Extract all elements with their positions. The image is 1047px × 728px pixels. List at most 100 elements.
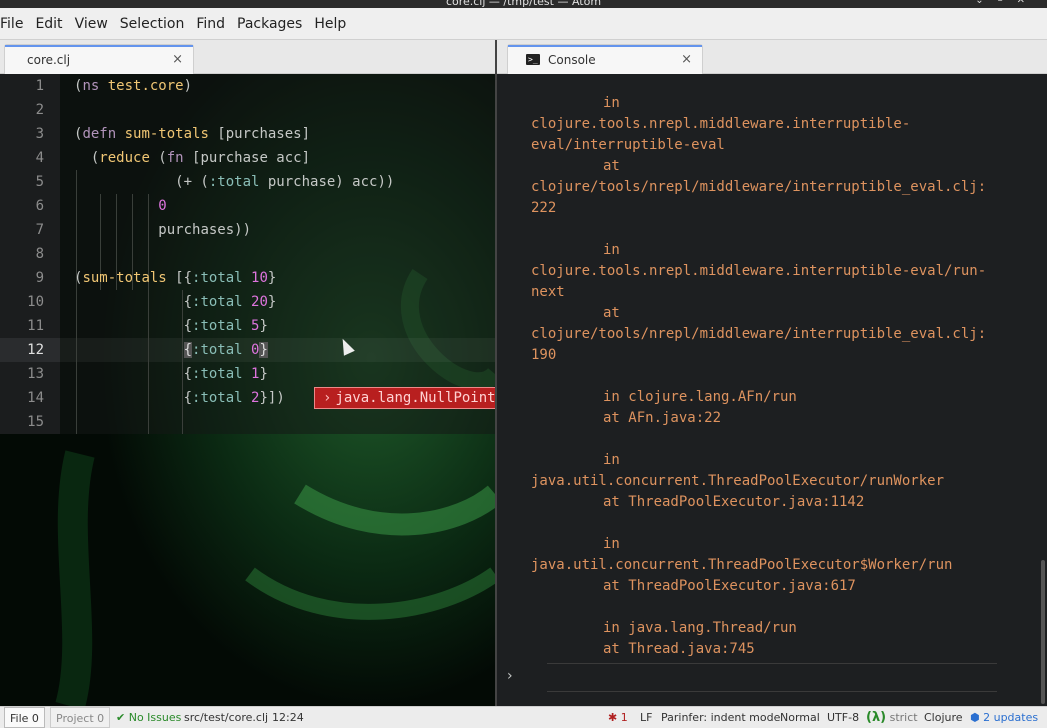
- code-line-6: 0: [158, 198, 167, 214]
- line-number[interactable]: 15: [0, 410, 44, 434]
- console-line: in: [603, 95, 620, 111]
- code-area[interactable]: (ns test.core) (defn sum-totals [purchas…: [60, 74, 495, 434]
- console-line: clojure.tools.nrepl.middleware.interrupt…: [531, 263, 987, 279]
- package-icon: ⬢: [970, 711, 980, 724]
- console-line: in java.lang.Thread/run: [603, 620, 797, 636]
- maximize-icon[interactable]: –: [998, 0, 1017, 6]
- window-title: core.clj — /tmp/test — Atom: [445, 0, 602, 8]
- inline-error-badge[interactable]: ›java.lang.NullPointerException: [314, 387, 495, 409]
- console-line: 222: [531, 200, 557, 216]
- close-icon[interactable]: ×: [681, 52, 692, 67]
- menu-selection[interactable]: Selection: [120, 16, 193, 32]
- code-line-14: {:total 2}]): [74, 390, 285, 406]
- console-line: in: [603, 452, 620, 468]
- cursor-position[interactable]: 12:24: [272, 707, 304, 728]
- console-line: in clojure.lang.AFn/run: [603, 389, 797, 405]
- console-line: java.util.concurrent.ThreadPoolExecutor$…: [531, 557, 953, 573]
- linter-status-label: No Issues: [128, 711, 182, 724]
- grammar-selector[interactable]: Clojure: [924, 707, 963, 728]
- window-controls[interactable]: ⌄–✕: [975, 0, 1039, 6]
- line-number-gutter: 1 2 3 4 5 6 7 8 9 10 11 12 13 14 15: [0, 74, 60, 434]
- line-number[interactable]: 9: [0, 266, 44, 290]
- vim-mode[interactable]: Normal: [780, 707, 820, 728]
- project-issues-toggle[interactable]: Project 0: [50, 707, 111, 728]
- menu-view[interactable]: View: [75, 16, 116, 32]
- console-line: eval/interruptible-eval: [531, 137, 725, 153]
- bug-indicator[interactable]: ✱ 1: [608, 707, 628, 728]
- file-issues-toggle[interactable]: File 0: [4, 707, 45, 728]
- menu-help[interactable]: Help: [314, 16, 354, 32]
- console-line: in: [603, 242, 620, 258]
- lambda-icon: (λ): [866, 710, 887, 725]
- line-number[interactable]: 12: [0, 338, 44, 362]
- console-line: 190: [531, 347, 557, 363]
- close-window-icon[interactable]: ✕: [1017, 0, 1039, 6]
- bug-count: 1: [620, 711, 628, 724]
- menu-file[interactable]: File: [0, 16, 31, 32]
- code-line-11: {:total 5}: [74, 318, 268, 334]
- code-line-7: purchases)): [158, 222, 252, 238]
- strict-mode-toggle[interactable]: (λ) strict: [866, 707, 918, 728]
- console-line: next: [531, 284, 565, 300]
- status-bar: File 0 Project 0 ✔ No Issues src/test/co…: [0, 706, 1047, 728]
- console-tab-bar: >_ Console ×: [497, 40, 1047, 74]
- console-line: java.util.concurrent.ThreadPoolExecutor/…: [531, 473, 945, 489]
- code-line-1: (ns test.core): [74, 78, 193, 94]
- code-line-10: {:total 20}: [74, 294, 277, 310]
- console-line: at Thread.java:745: [603, 641, 755, 657]
- line-number[interactable]: 14: [0, 386, 44, 410]
- menu-edit[interactable]: Edit: [35, 16, 70, 32]
- console-line: in: [603, 536, 620, 552]
- console-divider: [547, 663, 997, 664]
- console-pane[interactable]: in clojure.tools.nrepl.middleware.interru…: [497, 74, 1047, 706]
- line-ending[interactable]: LF: [640, 707, 652, 728]
- console-divider: [547, 691, 997, 692]
- minimize-icon[interactable]: ⌄: [975, 0, 997, 6]
- console-prompt-icon: ›: [507, 668, 513, 684]
- tab-label: Console: [548, 52, 596, 67]
- line-number[interactable]: 2: [0, 98, 44, 122]
- menu-find[interactable]: Find: [196, 16, 233, 32]
- line-number[interactable]: 1: [0, 74, 44, 98]
- line-number[interactable]: 8: [0, 242, 44, 266]
- console-scrollbar[interactable]: [1041, 560, 1045, 704]
- console-line: at ThreadPoolExecutor.java:1142: [603, 494, 865, 510]
- strict-label: strict: [889, 711, 918, 724]
- code-line-3: (defn sum-totals [purchases]: [74, 126, 311, 142]
- file-encoding[interactable]: UTF-8: [827, 707, 859, 728]
- package-updates[interactable]: ⬢ 2 updates: [970, 707, 1038, 728]
- chevron-right-icon: ›: [323, 390, 332, 406]
- code-line-12: {:total 0}: [183, 342, 268, 358]
- line-number[interactable]: 6: [0, 194, 44, 218]
- line-number[interactable]: 10: [0, 290, 44, 314]
- line-number[interactable]: 11: [0, 314, 44, 338]
- active-tab-indicator: [508, 45, 702, 47]
- line-number[interactable]: 7: [0, 218, 44, 242]
- editor-pane[interactable]: 1 2 3 4 5 6 7 8 9 10 11 12 13 14 15 (ns test.core) (de…: [0, 74, 495, 706]
- code-line-9: (sum-totals [{:total 10}: [74, 270, 277, 286]
- updates-label: 2 updates: [983, 711, 1039, 724]
- line-number[interactable]: 5: [0, 170, 44, 194]
- line-number[interactable]: 4: [0, 146, 44, 170]
- menu-packages[interactable]: Packages: [237, 16, 310, 32]
- linter-status[interactable]: ✔ No Issues: [116, 707, 181, 728]
- tab-console[interactable]: >_ Console ×: [507, 44, 703, 74]
- title-bar: core.clj — /tmp/test — Atom ⌄–✕: [0, 0, 1047, 8]
- console-line: at ThreadPoolExecutor.java:617: [603, 578, 856, 594]
- line-number[interactable]: 13: [0, 362, 44, 386]
- check-icon: ✔: [116, 711, 126, 724]
- line-number[interactable]: 3: [0, 122, 44, 146]
- console-line: at: [603, 305, 620, 321]
- console-line: clojure/tools/nrepl/middleware/interrupt…: [531, 326, 987, 342]
- parinfer-mode[interactable]: Parinfer: indent mode: [661, 707, 780, 728]
- console-line: at AFn.java:22: [603, 410, 722, 426]
- terminal-icon: >_: [526, 54, 540, 65]
- bug-icon: ✱: [608, 711, 618, 724]
- file-path[interactable]: src/test/core.clj: [184, 707, 268, 728]
- editor-tab-bar: core.clj ×: [0, 40, 495, 74]
- close-icon[interactable]: ×: [172, 52, 183, 67]
- menu-bar: File Edit View Selection Find Packages H…: [0, 8, 1047, 40]
- code-line-13: {:total 1}: [74, 366, 268, 382]
- tab-label: core.clj: [27, 52, 71, 67]
- tab-core-clj[interactable]: core.clj ×: [4, 44, 194, 74]
